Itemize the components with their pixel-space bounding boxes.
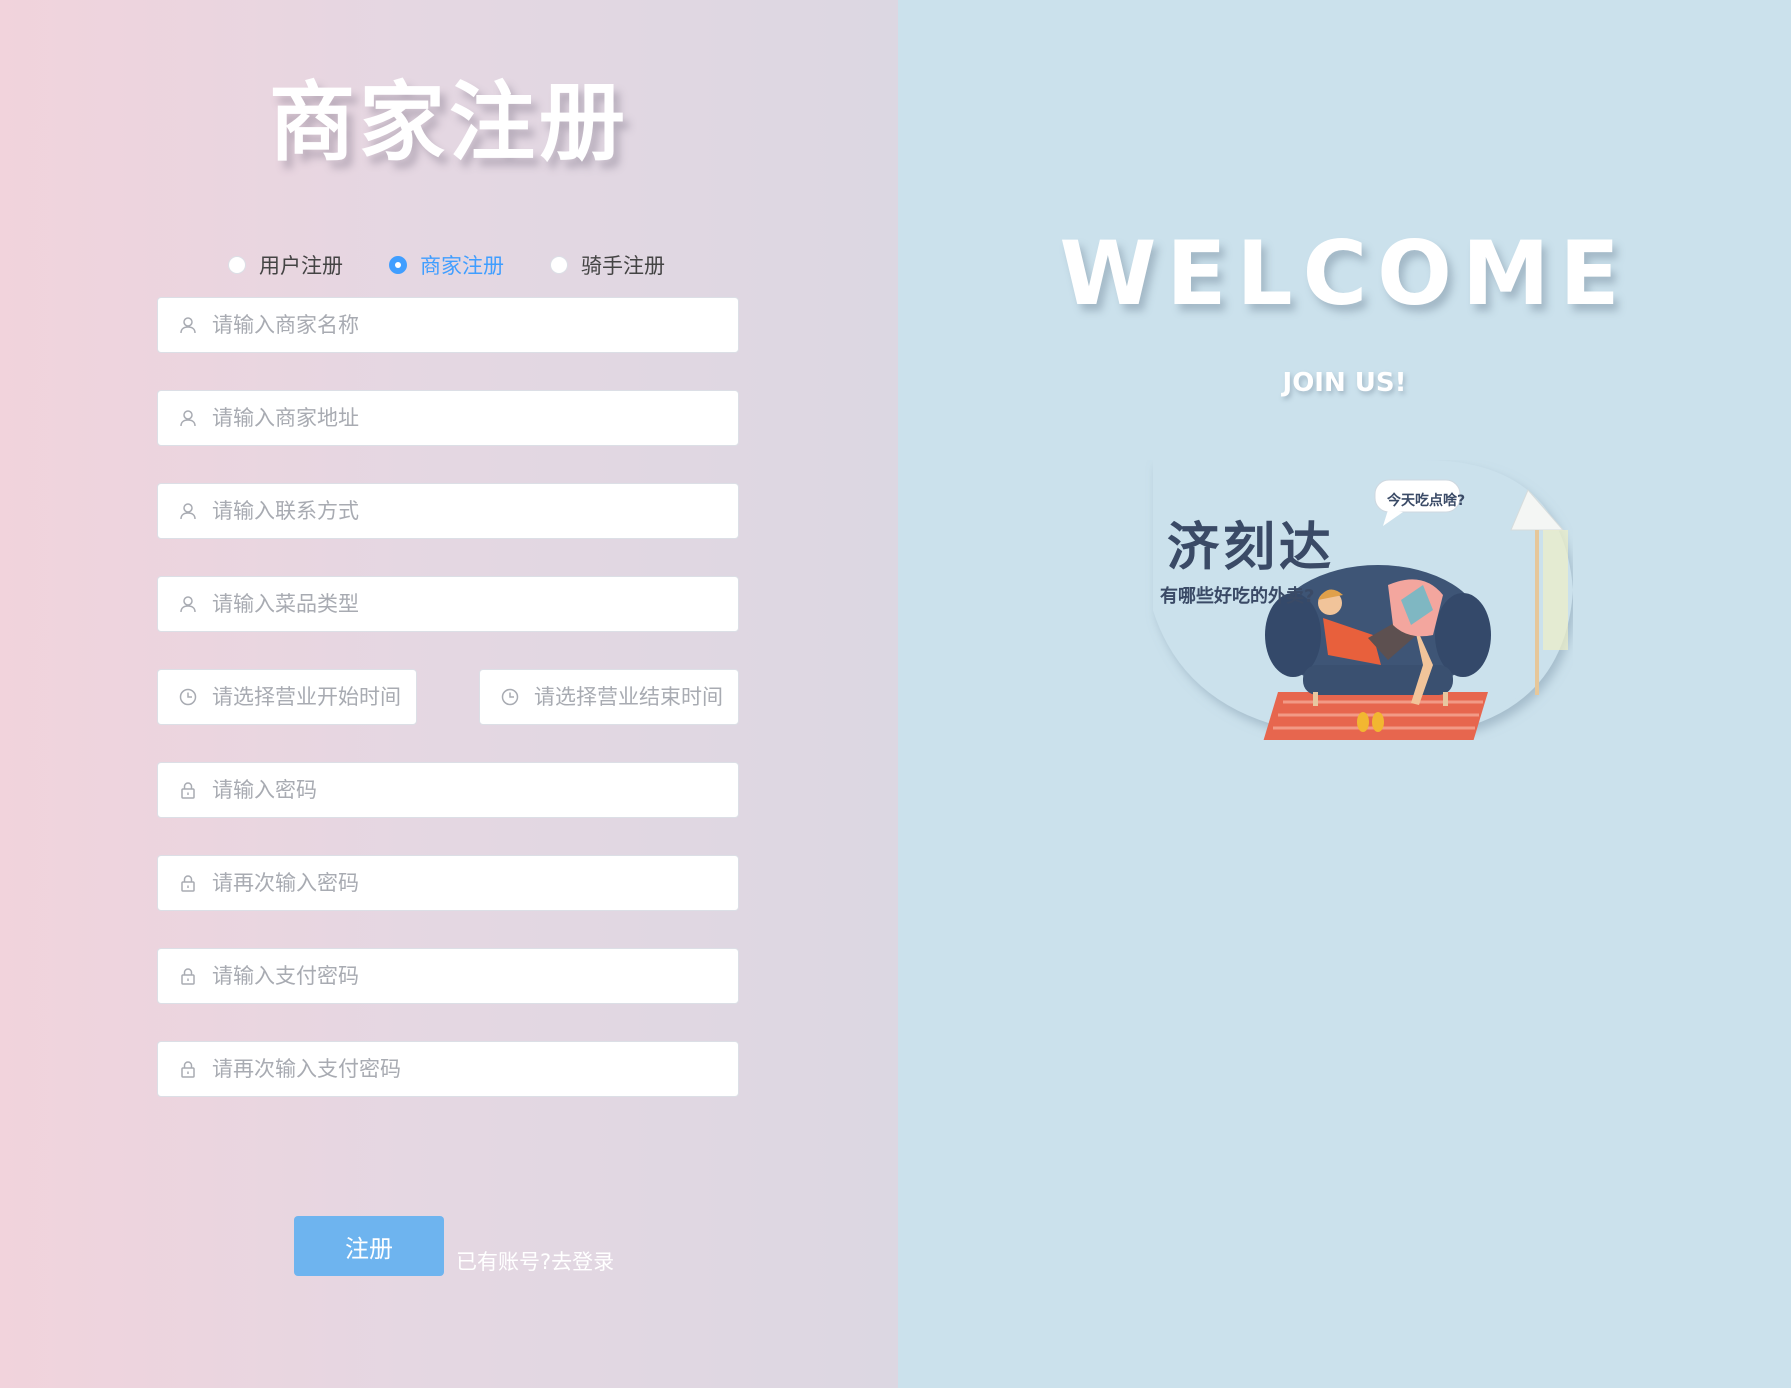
welcome-heading: WELCOME [1059, 222, 1630, 325]
contact-input[interactable] [212, 484, 738, 538]
radio-merchant-register[interactable]: 商家注册 [389, 250, 504, 280]
radio-button-checked[interactable] [389, 256, 407, 274]
register-panel: 商家注册 用户注册 商家注册 骑手注册 请输入商家名称 请输入商家地址 请输入联… [0, 0, 898, 1388]
user-icon [178, 501, 198, 521]
lock-icon [178, 780, 198, 800]
brand-name: 济刻达 [1167, 517, 1336, 578]
shop-name-input[interactable] [212, 298, 738, 352]
radio-user-register[interactable]: 用户注册 [228, 250, 343, 280]
pay-password-field[interactable] [157, 948, 739, 1004]
go-login-link[interactable]: 已有账号?去登录 [456, 1246, 614, 1276]
clock-icon [178, 687, 198, 707]
user-icon [178, 408, 198, 428]
shop-address-input[interactable] [212, 391, 738, 445]
radio-button[interactable] [550, 256, 568, 274]
close-time-input[interactable] [534, 670, 738, 724]
radio-label[interactable]: 用户注册 [259, 250, 343, 280]
user-icon [178, 315, 198, 335]
lock-icon [178, 1059, 198, 1079]
dish-type-field[interactable] [157, 576, 739, 632]
password-input[interactable] [212, 763, 738, 817]
lock-icon [178, 873, 198, 893]
open-time-picker[interactable] [157, 669, 417, 725]
contact-field[interactable] [157, 483, 739, 539]
dish-type-input[interactable] [212, 577, 738, 631]
radio-rider-register[interactable]: 骑手注册 [550, 250, 665, 280]
role-radio-group: 用户注册 商家注册 骑手注册 [228, 250, 711, 280]
radio-label[interactable]: 骑手注册 [581, 250, 665, 280]
password-field[interactable] [157, 762, 739, 818]
password-confirm-field[interactable] [157, 855, 739, 911]
close-time-picker[interactable] [479, 669, 739, 725]
shop-address-field[interactable] [157, 390, 739, 446]
password-confirm-input[interactable] [212, 856, 738, 910]
user-icon [178, 594, 198, 614]
brand-tagline: 有哪些好吃的外卖? [1160, 586, 1315, 607]
shop-name-field[interactable] [157, 297, 739, 353]
speech-bubble-text: 今天吃点啥? [1387, 493, 1466, 509]
radio-button[interactable] [228, 256, 246, 274]
radio-label[interactable]: 商家注册 [420, 250, 504, 280]
join-us-subheading: JOIN US! [1282, 368, 1407, 398]
open-time-input[interactable] [212, 670, 416, 724]
page-title: 商家注册 [269, 73, 629, 173]
pay-password-confirm-input[interactable] [212, 1042, 738, 1096]
welcome-panel: WELCOME JOIN US! 济刻达 有哪些好吃的外卖? 今天吃点啥? [898, 0, 1791, 1388]
clock-icon [500, 687, 520, 707]
pay-password-confirm-field[interactable] [157, 1041, 739, 1097]
register-button[interactable]: 注册 [294, 1216, 444, 1276]
lock-icon [178, 966, 198, 986]
pay-password-input[interactable] [212, 949, 738, 1003]
